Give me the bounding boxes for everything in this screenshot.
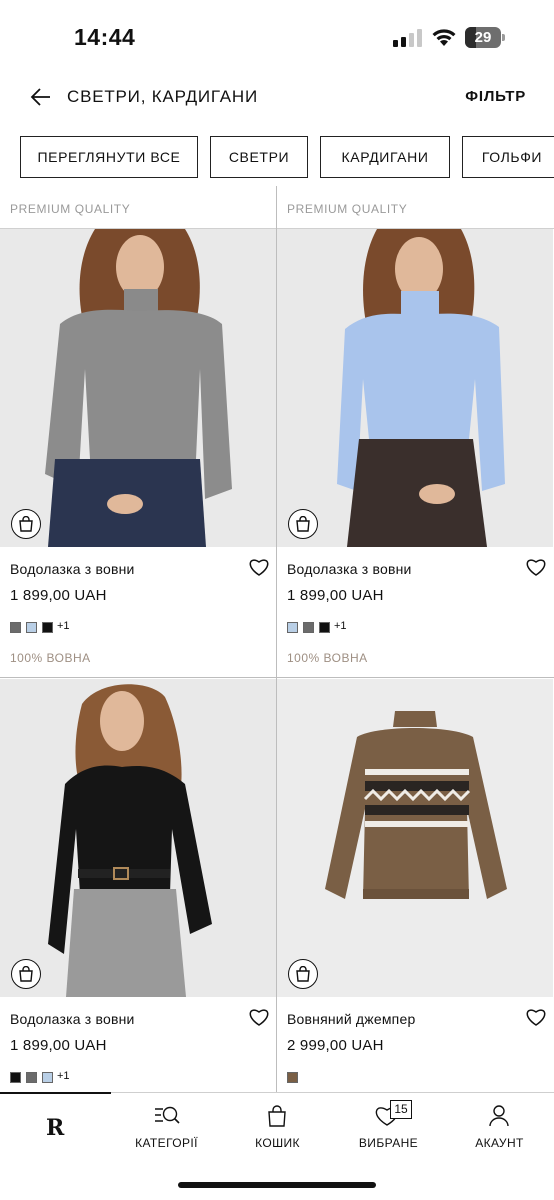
color-swatch[interactable]	[10, 622, 21, 633]
filter-button[interactable]: ФІЛЬТР	[465, 88, 526, 105]
color-swatch[interactable]	[287, 622, 298, 633]
tab-categories[interactable]: КАТЕГОРІЇ	[111, 1093, 222, 1165]
add-to-cart-button[interactable]	[11, 509, 41, 539]
tab-cart-label: КОШИК	[255, 1136, 300, 1150]
chip-sweaters[interactable]: СВЕТРИ	[210, 136, 308, 178]
shopping-bag-icon	[19, 516, 33, 532]
color-swatch[interactable]	[26, 622, 37, 633]
product-material: 100% ВОВНА	[287, 651, 368, 665]
more-colors[interactable]: +1	[57, 620, 70, 632]
page-title: СВЕТРИ, КАРДИГАНИ	[67, 87, 259, 106]
user-icon	[489, 1105, 509, 1127]
add-to-cart-button[interactable]	[11, 959, 41, 989]
product-image[interactable]	[277, 229, 553, 547]
status-bar: 14:44 29	[0, 0, 554, 70]
chip-cardigans[interactable]: КАРДИГАНИ	[320, 136, 450, 178]
product-price: 1 899,00 UAH	[10, 1037, 107, 1054]
cellular-signal-icon	[393, 29, 423, 47]
home-indicator[interactable]	[178, 1182, 376, 1188]
shopping-bag-icon	[19, 966, 33, 982]
battery-percent: 29	[474, 29, 492, 46]
color-swatch[interactable]	[287, 1072, 298, 1083]
heart-icon[interactable]	[249, 1008, 269, 1026]
brand-logo: R	[46, 1115, 65, 1141]
product-card[interactable]: Водолазка з вовни 1 899,00 UAH +1	[0, 679, 276, 1092]
add-to-cart-button[interactable]	[288, 959, 318, 989]
tab-account[interactable]: АКАУНТ	[444, 1093, 554, 1165]
cut-row-label-left: PREMIUM QUALITY	[10, 202, 131, 216]
product-name[interactable]: Вовняний джемпер	[287, 1011, 415, 1027]
wishlist-count-badge: 15	[390, 1100, 412, 1119]
product-image[interactable]	[277, 679, 553, 997]
product-name[interactable]: Водолазка з вовни	[287, 561, 412, 577]
tab-cart[interactable]: КОШИК	[222, 1093, 333, 1165]
color-swatch[interactable]	[10, 1072, 21, 1083]
heart-icon[interactable]	[526, 558, 546, 576]
product-card[interactable]: Водолазка з вовни 1 899,00 UAH +1 100% В…	[277, 229, 553, 677]
more-colors[interactable]: +1	[57, 1070, 70, 1082]
color-swatch[interactable]	[26, 1072, 37, 1083]
categories-search-icon	[155, 1106, 180, 1124]
tab-categories-label: КАТЕГОРІЇ	[135, 1136, 198, 1150]
heart-icon[interactable]	[249, 558, 269, 576]
product-material: 100% ВОВНА	[10, 651, 91, 665]
add-to-cart-button[interactable]	[288, 509, 318, 539]
page-header: СВЕТРИ, КАРДИГАНИ ФІЛЬТР	[0, 72, 554, 122]
shopping-bag-icon	[268, 1105, 286, 1127]
battery-indicator: 29	[465, 27, 505, 48]
chip-view-all[interactable]: ПЕРЕГЛЯНУТИ ВСЕ	[20, 136, 198, 178]
product-card[interactable]: Водолазка з вовни 1 899,00 UAH +1 100% В…	[0, 229, 276, 677]
back-arrow-icon[interactable]	[28, 84, 54, 110]
color-swatch[interactable]	[42, 1072, 53, 1083]
tab-wishlist-label: ВИБРАНЕ	[358, 1136, 419, 1150]
product-price: 1 899,00 UAH	[287, 587, 384, 604]
product-image[interactable]	[0, 229, 276, 547]
tab-wishlist[interactable]: ВИБРАНЕ	[333, 1093, 444, 1165]
status-time: 14:44	[74, 24, 136, 50]
shopping-bag-icon	[296, 516, 310, 532]
color-swatch[interactable]	[319, 622, 330, 633]
product-card[interactable]: Вовняний джемпер 2 999,00 UAH	[277, 679, 553, 1092]
product-name[interactable]: Водолазка з вовни	[10, 561, 135, 577]
more-colors[interactable]: +1	[334, 620, 347, 632]
product-price: 2 999,00 UAH	[287, 1037, 384, 1054]
chip-turtlenecks[interactable]: ГОЛЬФИ	[462, 136, 554, 178]
product-grid: PREMIUM QUALITY PREMIUM QUALITY Водолазк…	[0, 186, 554, 1092]
color-swatch[interactable]	[42, 622, 53, 633]
tab-home[interactable]: R	[0, 1093, 111, 1165]
product-price: 1 899,00 UAH	[10, 587, 107, 604]
tab-account-label: АКАУНТ	[475, 1136, 524, 1150]
heart-icon[interactable]	[526, 1008, 546, 1026]
product-name[interactable]: Водолазка з вовни	[10, 1011, 135, 1027]
color-swatch[interactable]	[303, 622, 314, 633]
shopping-bag-icon	[296, 966, 310, 982]
cut-row-label-right: PREMIUM QUALITY	[287, 202, 408, 216]
wifi-icon	[432, 29, 456, 46]
product-image[interactable]	[0, 679, 276, 997]
